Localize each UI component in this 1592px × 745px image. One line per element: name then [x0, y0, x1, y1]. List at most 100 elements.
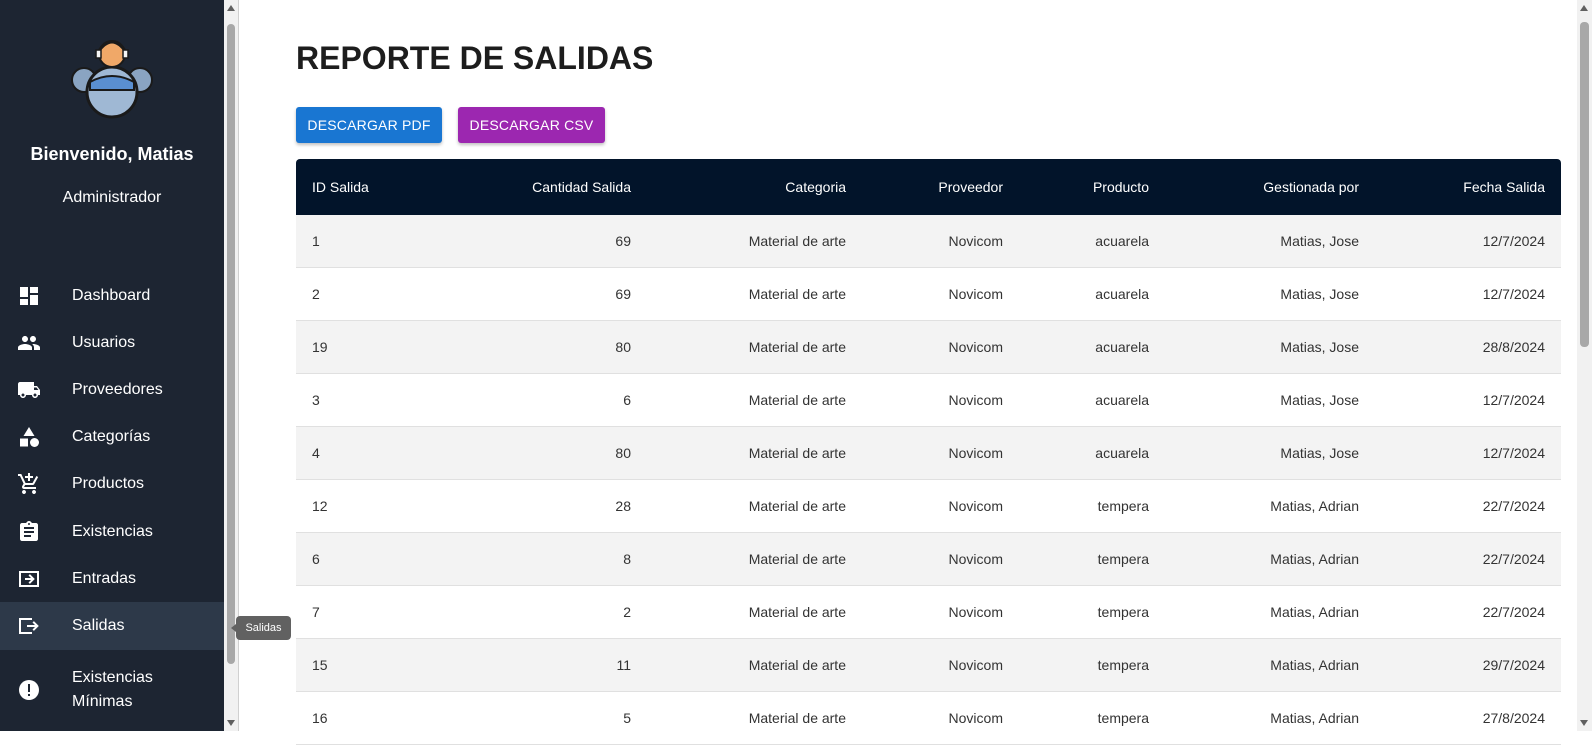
- download-pdf-button[interactable]: DESCARGAR PDF: [296, 107, 442, 143]
- table-cell: Material de arte: [748, 604, 846, 620]
- table-cell: tempera: [1097, 604, 1149, 620]
- table-row: 16 5 Material de arte Novicom tempera Matias,…: [296, 692, 1561, 745]
- column-header[interactable]: Categoria: [785, 179, 846, 195]
- table-cell: acuarela: [1095, 233, 1149, 249]
- column-header[interactable]: Producto: [1093, 179, 1149, 195]
- table-cell: 28/8/2024: [1482, 339, 1545, 355]
- table-cell: 4: [312, 445, 320, 461]
- table-cell: 6: [312, 551, 320, 567]
- table-cell: 1: [312, 233, 320, 249]
- sidebar-item-existencias[interactable]: Existencias: [0, 508, 224, 556]
- sidebar-item-proveedores[interactable]: Proveedores: [0, 366, 224, 414]
- column-header[interactable]: ID Salida: [312, 179, 369, 195]
- truck-icon: [18, 382, 40, 398]
- table-cell: tempera: [1097, 498, 1149, 514]
- sidebar-item-label: Usuarios: [72, 334, 136, 351]
- sidebar-item-dashboard[interactable]: Dashboard: [0, 272, 224, 320]
- table-cell: acuarela: [1095, 339, 1149, 355]
- dashboard-icon: [20, 287, 38, 305]
- table-cell: 7: [312, 604, 320, 620]
- table-cell: Matias, Jose: [1280, 339, 1359, 355]
- column-header[interactable]: Gestionada por: [1263, 179, 1359, 195]
- table-cell: Matias, Adrian: [1270, 551, 1359, 567]
- sidebar: Bienvenido, Matias Administrador Dashboa…: [0, 0, 224, 731]
- table-cell: tempera: [1097, 657, 1149, 673]
- table-cell: 28: [615, 498, 631, 514]
- table-cell: Material de arte: [748, 445, 846, 461]
- column-header[interactable]: Proveedor: [938, 179, 1003, 195]
- download-csv-button[interactable]: DESCARGAR CSV: [458, 107, 605, 143]
- table-cell: 12: [312, 498, 328, 514]
- user-avatar: [71, 40, 153, 119]
- table-cell: 69: [615, 286, 631, 302]
- table-row: 4 80 Material de arte Novicom acuarela Matias…: [296, 427, 1561, 480]
- clipboard-icon: [20, 521, 38, 541]
- users-icon: [18, 336, 40, 350]
- column-header[interactable]: Fecha Salida: [1463, 179, 1545, 195]
- table-cell: 12/7/2024: [1482, 286, 1545, 302]
- table-cell: Novicom: [948, 498, 1003, 514]
- scroll-up-arrow-icon[interactable]: [1580, 5, 1588, 11]
- salidas-table: ID Salida Cantidad Salida Categoria Prov…: [296, 159, 1561, 745]
- main-scrollbar[interactable]: [1577, 0, 1592, 731]
- table-header: ID Salida Cantidad Salida Categoria Prov…: [296, 159, 1561, 215]
- table-cell: 27/8/2024: [1482, 710, 1545, 726]
- table-cell: tempera: [1097, 710, 1149, 726]
- sidebar-item-label: Dashboard: [72, 287, 151, 304]
- table-cell: acuarela: [1095, 392, 1149, 408]
- table-cell: Novicom: [948, 710, 1003, 726]
- table-cell: acuarela: [1095, 445, 1149, 461]
- scroll-down-arrow-icon[interactable]: [227, 720, 235, 726]
- table-cell: 5: [623, 710, 631, 726]
- table-cell: Material de arte: [748, 339, 846, 355]
- table-cell: Matias, Adrian: [1270, 604, 1359, 620]
- table-row: 1 69 Material de arte Novicom acuarela Matias…: [296, 215, 1561, 268]
- table-cell: acuarela: [1095, 286, 1149, 302]
- tooltip: Salidas: [231, 616, 291, 640]
- alert-icon: [19, 680, 39, 700]
- table-cell: 8: [623, 551, 631, 567]
- table-row: 3 6 Material de arte Novicom acuarela Matias,…: [296, 374, 1561, 427]
- table-cell: 80: [615, 445, 631, 461]
- sidebar-item-existencias-minimas[interactable]: Existencias Mínimas: [0, 660, 224, 720]
- sidebar-item-usuarios[interactable]: Usuarios: [0, 319, 224, 367]
- scrollbar-thumb[interactable]: [1580, 22, 1589, 347]
- table-cell: 2: [623, 604, 631, 620]
- sidebar-item-entradas[interactable]: Entradas: [0, 555, 224, 603]
- sidebar-item-label: Categorías: [72, 428, 151, 445]
- table-body: 1 69 Material de arte Novicom acuarela Matias…: [296, 215, 1561, 745]
- sidebar-item-categorias[interactable]: Categorías: [0, 413, 224, 461]
- table-cell: Novicom: [948, 339, 1003, 355]
- table-row: 12 28 Material de arte Novicom tempera Matias…: [296, 480, 1561, 533]
- table-cell: Novicom: [948, 551, 1003, 567]
- table-cell: Matias, Adrian: [1270, 710, 1359, 726]
- scroll-down-arrow-icon[interactable]: [1580, 720, 1588, 726]
- table-cell: 19: [312, 339, 328, 355]
- table-cell: Matias, Adrian: [1270, 498, 1359, 514]
- table-cell: Material de arte: [748, 286, 846, 302]
- sidebar-item-label: Existencias Mínimas: [72, 669, 153, 710]
- table-cell: 22/7/2024: [1482, 604, 1545, 620]
- scroll-up-arrow-icon[interactable]: [227, 5, 235, 11]
- sidebar-item-salidas[interactable]: Salidas: [0, 602, 224, 650]
- table-cell: Matias, Jose: [1280, 392, 1359, 408]
- column-header[interactable]: Cantidad Salida: [532, 179, 631, 195]
- scrollbar-thumb[interactable]: [227, 24, 235, 664]
- category-icon: [20, 427, 39, 447]
- table-cell: tempera: [1097, 551, 1149, 567]
- sidebar-item-label: Proveedores: [72, 381, 163, 398]
- table-cell: Material de arte: [748, 233, 846, 249]
- sidebar-item-productos[interactable]: Productos: [0, 460, 224, 508]
- table-cell: 6: [623, 392, 631, 408]
- table-cell: Material de arte: [748, 551, 846, 567]
- sidebar-item-label: Productos: [72, 475, 145, 492]
- table-cell: 2: [312, 286, 320, 302]
- table-cell: 80: [615, 339, 631, 355]
- sidebar-item-label: Existencias: [72, 523, 153, 540]
- table-row: 6 8 Material de arte Novicom tempera Matias, …: [296, 533, 1561, 586]
- table-cell: 15: [312, 657, 328, 673]
- table-cell: Matias, Jose: [1280, 286, 1359, 302]
- table-cell: 11: [616, 657, 631, 673]
- table-cell: Material de arte: [748, 657, 846, 673]
- table-cell: 22/7/2024: [1482, 551, 1545, 567]
